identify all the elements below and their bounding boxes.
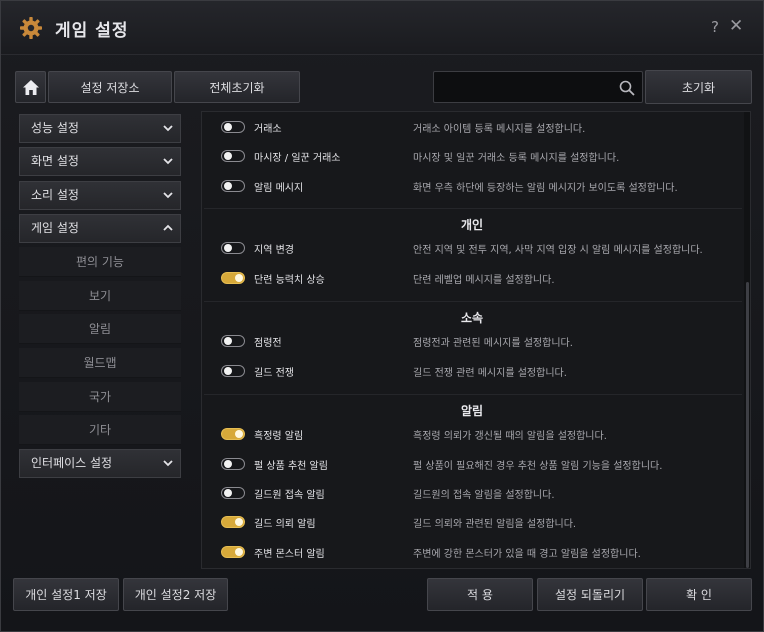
setting-description: 흑정령 의뢰가 갱신될 때의 알림을 설정합니다. bbox=[413, 431, 607, 442]
setting-row: 알림 메시지 화면 우측 하단에 등장하는 알림 메시지가 보이도록 설정합니다… bbox=[202, 174, 742, 202]
category-label: 인터페이스 설정 bbox=[31, 456, 113, 470]
toggle-switch[interactable] bbox=[221, 487, 245, 499]
setting-description: 거래소 아이템 등록 메시지를 설정합니다. bbox=[413, 124, 586, 135]
setting-description: 길드 전쟁 관련 메시지를 설정합니다. bbox=[413, 368, 567, 379]
setting-row: 마시장 / 일꾼 거래소 마시장 및 일꾼 거래소 등록 메시지를 설정합니다. bbox=[202, 144, 742, 172]
sidebar-item-etc[interactable]: 기타 bbox=[19, 415, 181, 445]
category-interface[interactable]: 인터페이스 설정 bbox=[19, 449, 181, 478]
toggle-switch[interactable] bbox=[221, 121, 245, 133]
setting-label: 마시장 / 일꾼 거래소 bbox=[254, 153, 341, 164]
settings-window: 게임 설정 ? ✕ 설정 저장소 전체초기화 초기화 성능 설정 화면 설정 소… bbox=[0, 0, 764, 632]
category-sound[interactable]: 소리 설정 bbox=[19, 181, 181, 210]
category-game[interactable]: 게임 설정 bbox=[19, 214, 181, 243]
toggle-switch[interactable] bbox=[221, 272, 245, 284]
setting-row: 펄 상품 추천 알림 펄 상품이 필요해진 경우 추천 상품 알림 기능을 설정… bbox=[202, 452, 742, 480]
revert-button[interactable]: 설정 되돌리기 bbox=[537, 578, 643, 611]
reset-button[interactable]: 초기화 bbox=[645, 70, 752, 104]
home-icon bbox=[22, 79, 39, 95]
setting-row: 단련 능력치 상승 단련 레벨업 메시지를 설정합니다. bbox=[202, 266, 742, 294]
search-icon[interactable] bbox=[619, 80, 635, 96]
gear-icon bbox=[20, 17, 42, 39]
toggle-switch[interactable] bbox=[221, 458, 245, 470]
setting-row: 점령전 점령전과 관련된 메시지를 설정합니다. bbox=[202, 329, 742, 357]
chevron-down-icon bbox=[163, 158, 173, 165]
search-box bbox=[433, 71, 643, 103]
chevron-down-icon bbox=[163, 460, 173, 467]
setting-description: 화면 우측 하단에 등장하는 알림 메시지가 보이도록 설정합니다. bbox=[413, 183, 678, 194]
toggle-switch[interactable] bbox=[221, 150, 245, 162]
setting-label: 알림 메시지 bbox=[254, 183, 304, 194]
sidebar-item-alert[interactable]: 알림 bbox=[19, 314, 181, 344]
setting-row: 흑정령 알림 흑정령 의뢰가 갱신될 때의 알림을 설정합니다. bbox=[202, 422, 742, 450]
confirm-button[interactable]: 확 인 bbox=[646, 578, 752, 611]
setting-description: 주변에 강한 몬스터가 있을 때 경고 알림을 설정합니다. bbox=[413, 549, 641, 560]
setting-label: 길드 의뢰 알림 bbox=[254, 519, 316, 530]
save-personal-1-button[interactable]: 개인 설정1 저장 bbox=[13, 578, 119, 611]
sidebar-item-view[interactable]: 보기 bbox=[19, 281, 181, 311]
scrollbar-thumb[interactable] bbox=[746, 282, 749, 568]
chevron-down-icon bbox=[163, 192, 173, 199]
setting-label: 길드 전쟁 bbox=[254, 368, 294, 379]
toggle-switch[interactable] bbox=[221, 242, 245, 254]
toggle-switch[interactable] bbox=[221, 428, 245, 440]
setting-description: 길드 의뢰와 관련된 알림을 설정합니다. bbox=[413, 519, 577, 530]
section-divider bbox=[204, 208, 742, 209]
setting-description: 안전 지역 및 전투 지역, 사막 지역 입장 시 알림 메시지를 설정합니다. bbox=[413, 245, 703, 256]
setting-label: 지역 변경 bbox=[254, 245, 294, 256]
section-divider bbox=[204, 301, 742, 302]
help-button[interactable]: ? bbox=[711, 18, 719, 36]
sidebar-item-nation[interactable]: 국가 bbox=[19, 382, 181, 412]
setting-description: 길드원의 접속 알림을 설정합니다. bbox=[413, 490, 555, 501]
setting-row: 지역 변경 안전 지역 및 전투 지역, 사막 지역 입장 시 알림 메시지를 … bbox=[202, 236, 742, 264]
home-button[interactable] bbox=[15, 71, 46, 103]
toggle-switch[interactable] bbox=[221, 180, 245, 192]
settings-store-button[interactable]: 설정 저장소 bbox=[48, 71, 172, 103]
setting-label: 펄 상품 추천 알림 bbox=[254, 461, 328, 472]
category-performance[interactable]: 성능 설정 bbox=[19, 114, 181, 143]
setting-description: 단련 레벨업 메시지를 설정합니다. bbox=[413, 275, 555, 286]
section-title-guild: 소속 bbox=[460, 311, 484, 325]
settings-content-panel: 거래소 거래소 아이템 등록 메시지를 설정합니다. 마시장 / 일꾼 거래소 … bbox=[201, 111, 751, 569]
toggle-switch[interactable] bbox=[221, 365, 245, 377]
setting-row: 길드 의뢰 알림 길드 의뢰와 관련된 알림을 설정합니다. bbox=[202, 510, 742, 538]
setting-label: 거래소 bbox=[254, 124, 282, 135]
section-divider bbox=[204, 394, 742, 395]
apply-button[interactable]: 적 용 bbox=[427, 578, 533, 611]
reset-all-button[interactable]: 전체초기화 bbox=[174, 71, 300, 103]
setting-label: 흑정령 알림 bbox=[254, 431, 304, 442]
category-label: 화면 설정 bbox=[31, 154, 79, 168]
category-label: 성능 설정 bbox=[31, 121, 79, 135]
setting-label: 점령전 bbox=[254, 338, 282, 349]
settings-sidebar: 성능 설정 화면 설정 소리 설정 게임 설정 편의 기능 보기 알림 월드맵 … bbox=[15, 111, 183, 563]
setting-label: 길드원 접속 알림 bbox=[254, 490, 325, 501]
toggle-switch[interactable] bbox=[221, 516, 245, 528]
toggle-switch[interactable] bbox=[221, 335, 245, 347]
sidebar-item-convenience[interactable]: 편의 기능 bbox=[19, 247, 181, 277]
category-label: 게임 설정 bbox=[31, 221, 79, 235]
setting-description: 마시장 및 일꾼 거래소 등록 메시지를 설정합니다. bbox=[413, 153, 620, 164]
sidebar-item-worldmap[interactable]: 월드맵 bbox=[19, 348, 181, 378]
search-input[interactable] bbox=[440, 78, 610, 98]
setting-row: 길드 전쟁 길드 전쟁 관련 메시지를 설정합니다. bbox=[202, 359, 742, 387]
section-title-personal: 개인 bbox=[460, 218, 484, 232]
close-button[interactable]: ✕ bbox=[729, 16, 743, 36]
setting-label: 단련 능력치 상승 bbox=[254, 275, 325, 286]
title-bar[interactable]: 게임 설정 ? ✕ bbox=[1, 1, 763, 55]
chevron-up-icon bbox=[163, 224, 173, 231]
category-label: 소리 설정 bbox=[31, 188, 79, 202]
setting-row: 거래소 거래소 아이템 등록 메시지를 설정합니다. bbox=[202, 115, 742, 143]
setting-row: 주변 몬스터 알림 주변에 강한 몬스터가 있을 때 경고 알림을 설정합니다. bbox=[202, 540, 742, 568]
chevron-down-icon bbox=[163, 125, 173, 132]
setting-description: 펄 상품이 필요해진 경우 추천 상품 알림 기능을 설정합니다. bbox=[413, 461, 663, 472]
window-title: 게임 설정 bbox=[55, 21, 129, 41]
toggle-switch[interactable] bbox=[221, 546, 245, 558]
section-title-alert: 알림 bbox=[460, 404, 484, 418]
setting-label: 주변 몬스터 알림 bbox=[254, 549, 325, 560]
save-personal-2-button[interactable]: 개인 설정2 저장 bbox=[123, 578, 228, 611]
category-display[interactable]: 화면 설정 bbox=[19, 147, 181, 176]
setting-row: 길드원 접속 알림 길드원의 접속 알림을 설정합니다. bbox=[202, 481, 742, 509]
setting-description: 점령전과 관련된 메시지를 설정합니다. bbox=[413, 338, 573, 349]
